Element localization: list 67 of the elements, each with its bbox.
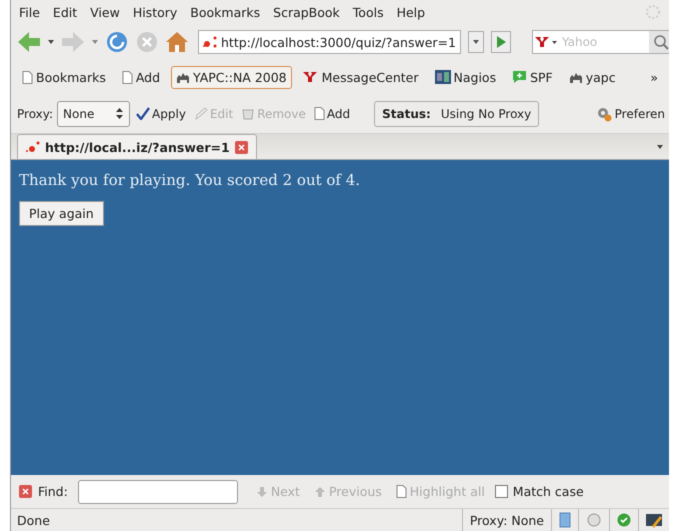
overflow-button[interactable]: » (645, 66, 663, 88)
speech-bubble-icon (512, 70, 528, 84)
check-circle-icon (617, 513, 631, 527)
close-icon (19, 485, 32, 498)
stop-icon (136, 31, 158, 53)
go-icon (490, 31, 511, 53)
menu-item[interactable]: View (90, 4, 120, 20)
network-icon (203, 36, 217, 48)
checkbox[interactable] (494, 485, 508, 498)
menu-item[interactable]: Tools (352, 4, 384, 20)
yahoo-engine-icon (532, 35, 559, 49)
status-label: Status: (382, 106, 431, 120)
bookmark[interactable]: SPF (507, 66, 558, 88)
monitor-icon (434, 70, 450, 84)
toolbar-button[interactable]: Apply (134, 106, 188, 120)
network-icon (26, 141, 40, 153)
status-text: Done (16, 512, 51, 528)
menu-item[interactable]: File (19, 4, 40, 20)
page-icon (396, 485, 407, 498)
spinner-arrows-icon (116, 108, 124, 119)
yahoo-icon (302, 71, 319, 83)
card-icon (646, 512, 662, 528)
address-field[interactable]: http://localhost:3000/quiz/?answer=1 (198, 30, 461, 54)
close-icon (234, 140, 248, 154)
home-icon (165, 31, 189, 53)
check-icon (136, 107, 150, 120)
page-icon (314, 107, 325, 120)
menu-item[interactable]: Help (396, 4, 426, 20)
browser-tab[interactable]: http://local...iz/?answer=1 (17, 134, 257, 159)
bookmark[interactable]: MessageCenter (298, 66, 424, 88)
toolbar-button[interactable]: Add (312, 106, 352, 120)
pencil-icon (194, 107, 208, 120)
reload-icon (105, 30, 129, 54)
menu-item[interactable]: Bookmarks (190, 4, 260, 20)
proxy-status: Proxy: None (462, 509, 551, 531)
arrow-down-icon (256, 486, 268, 498)
search-field[interactable]: Yahoo (532, 30, 669, 54)
page-icon (22, 70, 33, 84)
book-icon (559, 512, 571, 528)
tab-list-icon (657, 144, 663, 148)
proxy-select[interactable]: None (57, 100, 130, 126)
proxy-label: Proxy: (17, 106, 54, 120)
bookmark[interactable]: YAPC::NA 2008 (171, 66, 292, 88)
back-arrow-icon (17, 31, 41, 53)
checkbox-label: Match case (512, 484, 584, 499)
play-again-button[interactable]: Play again (19, 201, 104, 226)
dropdown-icon (468, 31, 484, 53)
menu-item[interactable]: Edit (52, 4, 78, 20)
find-label: Find: (38, 484, 68, 499)
status-value: Using No Proxy (440, 106, 532, 120)
trash-icon (241, 107, 256, 120)
result-message: Thank you for playing. You scored 2 out of 4. (19, 171, 362, 189)
arrow-up-icon (314, 486, 326, 498)
gear-icon (596, 106, 612, 122)
caret-icon (92, 40, 98, 44)
preferences-button[interactable]: Preferen (594, 106, 667, 122)
bookmark[interactable]: Nagios (430, 66, 502, 88)
caret-icon (48, 40, 54, 44)
throbber-icon (645, 4, 661, 20)
bookmark[interactable]: Bookmarks (17, 66, 111, 88)
bookmark[interactable]: yapc (564, 66, 621, 88)
menu-item[interactable]: History (132, 4, 178, 20)
forward-arrow-icon (61, 31, 85, 53)
menu-item[interactable]: ScrapBook (273, 4, 340, 20)
find-field[interactable] (78, 480, 238, 504)
bookmark[interactable]: Add (116, 66, 166, 88)
page-icon (122, 70, 133, 84)
